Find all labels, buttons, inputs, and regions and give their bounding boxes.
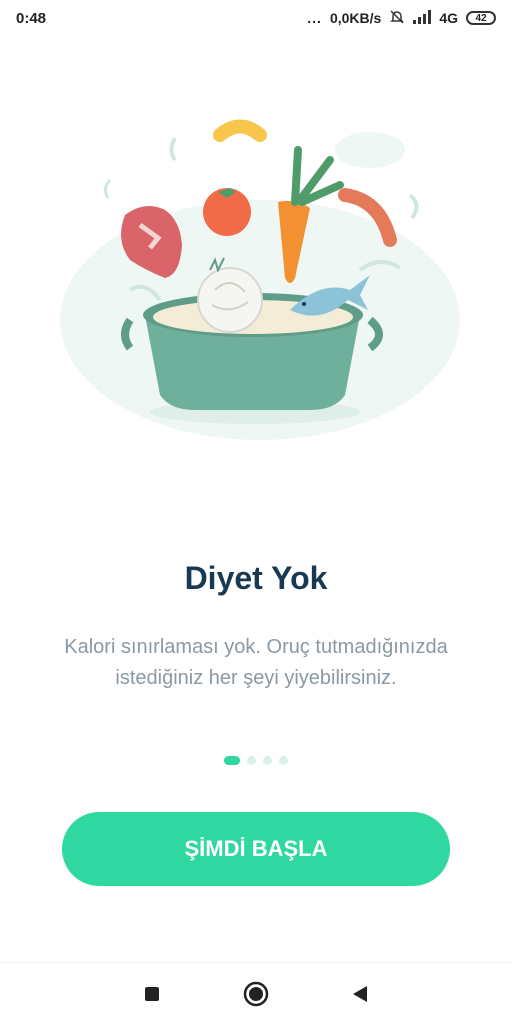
status-icons: ... 0,0KB/s 4G 42 xyxy=(307,9,496,28)
mute-bell-icon xyxy=(389,9,405,28)
onboarding-description: Kalori sınırlaması yok. Oruç tutmadığını… xyxy=(64,636,448,689)
recents-square-icon[interactable] xyxy=(132,974,172,1014)
more-notifications-icon: ... xyxy=(307,10,322,26)
signal-icon xyxy=(413,9,432,27)
battery-icon: 42 xyxy=(466,11,496,25)
page-indicator-dot xyxy=(247,756,256,765)
page-indicator-dot xyxy=(279,756,288,765)
page-indicator-dot xyxy=(263,756,272,765)
page-indicator-dot-active xyxy=(224,756,240,765)
status-time: 0:48 xyxy=(16,9,47,27)
network-type: 4G xyxy=(439,10,458,26)
system-navigation-bar xyxy=(0,962,512,1024)
status-bar: 0:48 ... 0,0KB/s 4G 42 xyxy=(0,0,512,36)
home-circle-icon[interactable] xyxy=(236,974,276,1014)
onboarding-title: Diyet Yok xyxy=(184,560,328,596)
start-now-button[interactable]: ŞİMDİ BAŞLA xyxy=(62,812,450,886)
network-speed: 0,0KB/s xyxy=(329,10,382,26)
page-indicator xyxy=(0,756,512,765)
back-triangle-icon[interactable] xyxy=(340,974,380,1014)
cooking-pot-illustration xyxy=(50,110,462,460)
